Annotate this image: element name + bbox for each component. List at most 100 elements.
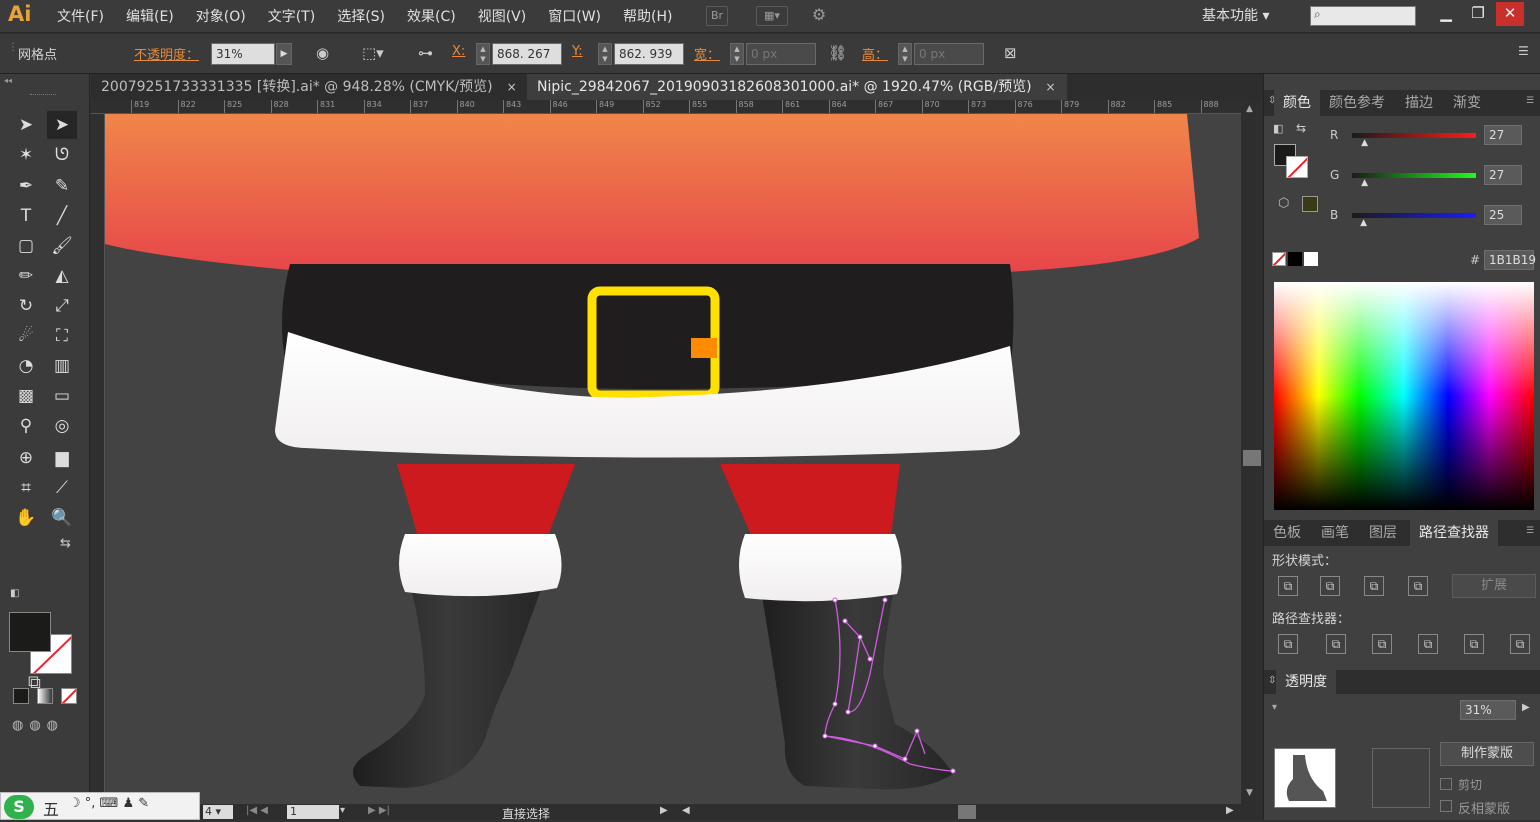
none-color-swatch[interactable] (1272, 252, 1286, 266)
curvature-tool-icon[interactable]: ✎ (47, 172, 77, 200)
minus-front-icon[interactable]: ⧉ (1320, 576, 1340, 596)
tab-gradient[interactable]: 渐变 (1444, 90, 1490, 116)
mesh-tool-icon[interactable]: ▩ (11, 382, 41, 410)
menu-item[interactable]: 对象(O) (185, 6, 257, 26)
left-boot-cuff[interactable] (399, 534, 562, 597)
object-thumbnail[interactable] (1274, 748, 1336, 808)
tab-pathfinder[interactable]: 路径查找器 (1410, 520, 1498, 546)
left-boot[interactable] (352, 584, 543, 788)
screen-mode-icon[interactable]: ⧉ (28, 672, 41, 693)
zoom-field[interactable]: 4 ▾ (203, 805, 233, 819)
align-icon[interactable]: ⊶ (418, 44, 433, 62)
tab-document-2[interactable]: Nipic_29842067_20190903182608301000.ai* … (527, 74, 1067, 100)
black-color-swatch[interactable] (1288, 252, 1302, 266)
shape-builder-tool-icon[interactable]: ◔ (11, 352, 41, 380)
tab-document-1[interactable]: 20079251733331335 [转换].ai* @ 948.28% (CM… (91, 74, 523, 100)
transparency-opacity-arrow-icon[interactable]: ▶ (1522, 702, 1530, 713)
menu-item[interactable]: 窗口(W) (537, 6, 612, 26)
artboard-tool-icon[interactable]: ⌗ (11, 474, 41, 502)
height-input[interactable]: 0 px (914, 43, 984, 65)
right-pant-leg[interactable] (720, 464, 900, 544)
recolor-icon[interactable]: ◉ (316, 44, 329, 62)
panel-menu-icon[interactable]: ☰ (1518, 44, 1529, 58)
crop-icon[interactable]: ⧉ (1418, 634, 1438, 654)
menu-item[interactable]: 文件(F) (46, 6, 115, 26)
pathfinder-panel-menu-icon[interactable]: ☰ (1526, 526, 1534, 536)
exclude-icon[interactable]: ⧉ (1408, 576, 1428, 596)
width-stepper[interactable]: ▲ ▼ (730, 43, 744, 65)
fill-swatch[interactable] (9, 612, 51, 652)
free-transform-tool-icon[interactable]: ⛶ (47, 322, 77, 350)
blend-mode-dropdown[interactable]: ▾ (1272, 702, 1422, 718)
tab-close-icon[interactable]: × (507, 80, 517, 94)
none-mode-button[interactable] (61, 688, 77, 704)
scroll-left-icon[interactable]: ◀ (682, 805, 690, 816)
eyedropper-tool-icon[interactable]: ⚲ (11, 412, 41, 440)
height-stepper[interactable]: ▲ ▼ (898, 43, 912, 65)
artboard-dropdown-icon[interactable]: ▾ (340, 805, 345, 816)
horizontal-ruler[interactable]: 819 822 825 828 831 834 837 840 843 846 849 852 855 8… (91, 100, 1241, 114)
next-artboard-icon[interactable]: ▶ ▶| (368, 805, 390, 816)
type-tool-icon[interactable]: T (11, 202, 41, 230)
white-color-swatch[interactable] (1304, 252, 1318, 266)
menu-item[interactable]: 编辑(E) (115, 6, 185, 26)
zoom-tool-icon[interactable]: 🔍 (47, 504, 77, 532)
width-input[interactable]: 0 px (746, 43, 816, 65)
symbol-sprayer-tool-icon[interactable]: ⊕ (11, 444, 41, 472)
artboard-canvas[interactable] (105, 114, 1241, 804)
menu-item[interactable]: 帮助(H) (612, 6, 683, 26)
buckle-prong[interactable] (691, 338, 717, 358)
eraser-tool-icon[interactable]: ◭ (47, 262, 77, 290)
swap-colors-icon[interactable]: ⇆ (60, 536, 71, 551)
arrange-documents-icon[interactable]: ▦▾ (756, 6, 788, 26)
scroll-up-icon[interactable]: ▲ (1246, 104, 1253, 114)
tab-transparency[interactable]: 透明度 (1276, 670, 1336, 694)
transparency-opacity-input[interactable]: 31% (1460, 700, 1516, 720)
rotate-tool-icon[interactable]: ↻ (11, 292, 41, 320)
ime-mode-label[interactable]: 五 (43, 796, 59, 820)
blend-tool-icon[interactable]: ◎ (47, 412, 77, 440)
column-graph-tool-icon[interactable]: ▆ (47, 444, 77, 472)
drawing-mode-icons[interactable]: ◍◍◍ (12, 718, 82, 734)
trim-icon[interactable]: ⧉ (1326, 634, 1346, 654)
rectangle-tool-icon[interactable]: ▢ (11, 232, 41, 260)
hex-input[interactable]: 1B1B19 (1484, 250, 1536, 270)
out-of-gamut-icon[interactable]: ⬡ (1278, 196, 1289, 211)
g-slider-track[interactable] (1352, 173, 1476, 178)
left-pant-leg[interactable] (397, 464, 575, 544)
scroll-down-icon[interactable]: ▼ (1246, 788, 1253, 798)
gpu-performance-icon[interactable]: ⚙ (808, 6, 830, 26)
opacity-label[interactable]: 不透明度： (134, 44, 199, 63)
paintbrush-tool-icon[interactable]: 🖌 (47, 232, 77, 260)
tab-color[interactable]: 颜色 (1274, 90, 1320, 116)
r-value-input[interactable]: 27 (1484, 125, 1522, 145)
pen-tool-icon[interactable]: ✒ (11, 172, 41, 200)
color-panel-stroke-swatch[interactable] (1286, 156, 1308, 178)
close-button[interactable]: ✕ (1496, 2, 1524, 26)
direct-selection-tool-icon[interactable]: ➤ (47, 111, 77, 139)
tab-color-guide[interactable]: 颜色参考 (1320, 90, 1394, 116)
scale-tool-icon[interactable]: ⤢ (47, 292, 77, 320)
opacity-dropdown-icon[interactable]: ▶ (276, 43, 292, 65)
lasso-tool-icon[interactable]: ᘎ (47, 141, 77, 169)
hand-tool-icon[interactable]: ✋ (11, 504, 41, 532)
r-slider-track[interactable] (1352, 133, 1476, 138)
link-proportions-icon[interactable]: ⛓ (828, 44, 847, 62)
selection-tool-icon[interactable]: ➤ (11, 111, 41, 139)
restore-button[interactable]: ❐ (1464, 2, 1492, 26)
x-input[interactable]: 868. 267 (492, 43, 562, 65)
y-stepper[interactable]: ▲ ▼ (598, 43, 612, 65)
ime-logo-icon[interactable]: S (4, 795, 34, 819)
search-input[interactable] (1310, 6, 1416, 26)
color-spectrum[interactable] (1274, 282, 1534, 510)
menu-item[interactable]: 视图(V) (467, 6, 538, 26)
color-panel-menu-icon[interactable]: ☰ (1526, 96, 1534, 106)
line-tool-icon[interactable]: ╱ (47, 202, 77, 230)
vertical-ruler[interactable] (91, 114, 105, 804)
ime-options-icons[interactable]: ☽ °, ⌨ ♟ ✎ (69, 796, 149, 811)
transform-reference-icon[interactable]: ⬚▾ (362, 44, 384, 62)
clip-checkbox[interactable] (1440, 778, 1452, 790)
pencil-tool-icon[interactable]: ✏ (11, 262, 41, 290)
tab-layers[interactable]: 图层 (1360, 520, 1406, 546)
tab-swatches[interactable]: 色板 (1264, 520, 1310, 546)
